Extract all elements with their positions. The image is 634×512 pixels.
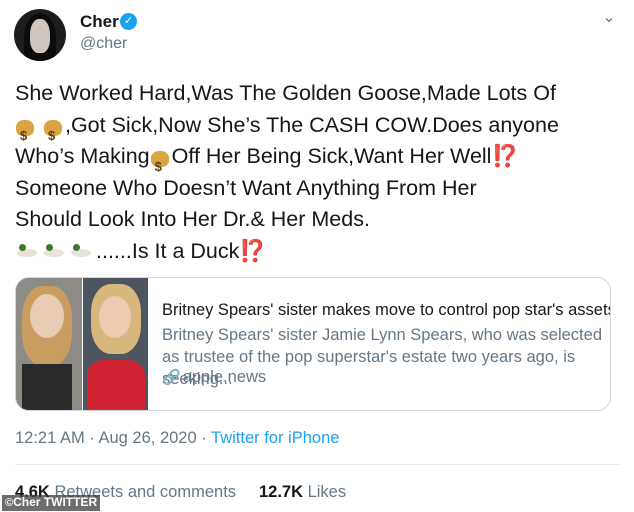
link-icon: 🔗 <box>162 369 181 386</box>
duck-emoji <box>42 242 66 260</box>
tweet-text: She Worked Hard,Was The Golden Goose,Mad… <box>15 78 625 267</box>
duck-emoji <box>69 242 93 260</box>
duck-emoji <box>15 242 39 260</box>
tweet-line-1: She Worked Hard,Was The Golden Goose,Mad… <box>15 81 556 105</box>
money-bag-emoji <box>43 114 63 151</box>
card-link: 🔗 apple.news <box>162 368 266 387</box>
watermark: ©Cher TWITTER <box>2 495 101 511</box>
author-handle[interactable]: @cher <box>80 35 127 53</box>
money-bag-emoji <box>150 145 170 183</box>
chevron-down-icon[interactable]: ⌄ <box>600 9 618 27</box>
tweet-line-3-start: Who’s Making <box>15 144 150 168</box>
tweet-line-5: Should Look Into Her Dr.& Her Meds. <box>15 207 370 231</box>
likes-label[interactable]: Likes <box>308 483 347 501</box>
photo-face <box>99 296 131 338</box>
tweet-line-6: ......Is It a Duck <box>96 238 240 263</box>
tweet-line-3-end: Off Her Being Sick,Want Her Well <box>171 144 492 168</box>
stats-divider <box>15 464 620 465</box>
meta-separator: · <box>196 429 212 447</box>
meta-separator: · <box>84 429 99 447</box>
watermark-text: Cher TWITTER <box>13 495 98 509</box>
card-image <box>16 278 148 410</box>
verified-badge-icon: ✓ <box>120 13 137 30</box>
card-link-label: apple.news <box>182 368 267 386</box>
card-image-right-photo <box>83 278 148 410</box>
tweet-date[interactable]: Aug 26, 2020 <box>98 429 196 447</box>
exclamation-question-emoji: ⁉️ <box>491 144 519 168</box>
photo-body <box>87 360 145 410</box>
photo-face <box>30 294 64 338</box>
card-title: Britney Spears' sister makes move to con… <box>162 301 611 319</box>
tweet-line-4: Someone Who Doesn’t Want Anything From H… <box>15 175 477 200</box>
tweet-line-2: ,Got Sick,Now She’s The CASH COW.Does an… <box>64 112 559 137</box>
photo-body <box>22 364 72 410</box>
camera-icon: © <box>5 497 14 509</box>
exclamation-question-emoji: ⁉️ <box>239 238 267 263</box>
link-preview-card[interactable]: Britney Spears' sister makes move to con… <box>15 277 611 411</box>
tweet-time[interactable]: 12:21 AM <box>15 429 85 447</box>
money-bag-emoji <box>15 114 35 151</box>
likes-count[interactable]: 12.7K <box>259 483 303 501</box>
avatar-face <box>30 19 50 53</box>
tweet-meta: 12:21 AM · Aug 26, 2020 · Twitter for iP… <box>15 429 339 448</box>
tweet-source-app[interactable]: Twitter for iPhone <box>211 429 339 447</box>
avatar[interactable] <box>14 9 66 61</box>
card-image-left-photo <box>16 278 82 410</box>
author-name[interactable]: Cher <box>80 12 119 32</box>
